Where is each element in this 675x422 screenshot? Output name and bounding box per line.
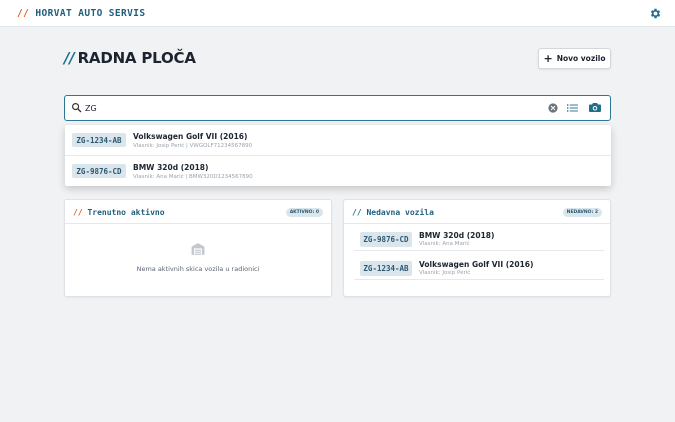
new-vehicle-button[interactable]: + Novo vozilo [538, 48, 611, 69]
vehicle-owner: Vlasnik: Ana Marić [419, 241, 470, 247]
camera-icon[interactable] [589, 102, 601, 113]
brand-logo[interactable]: // HORVAT AUTO SERVIS [17, 8, 146, 19]
recent-count-badge: NEDAVNO: 2 [562, 208, 602, 217]
brand-name: HORVAT AUTO SERVIS [35, 8, 146, 19]
panel-slash: // [73, 208, 83, 217]
license-plate: ZG-9876-CD [360, 232, 412, 247]
garage-icon [191, 243, 205, 255]
vehicle-owner-vin: Vlasnik: Josip Perić | VWGOLF71234567890 [133, 143, 253, 149]
recent-panel-header: // Nedavna vozila NEDAVNO: 2 [344, 200, 610, 224]
vehicle-title: Volkswagen Golf VII (2016) [419, 260, 534, 269]
search-bar [64, 95, 611, 121]
recent-panel-title: // Nedavna vozila [352, 208, 434, 217]
gear-icon[interactable] [649, 7, 662, 20]
search-icon [72, 103, 82, 113]
plus-icon: + [543, 52, 553, 65]
license-plate: ZG-1234-AB [72, 133, 126, 147]
vehicle-title: Volkswagen Golf VII (2016) [133, 132, 248, 141]
search-suggestions: ZG-1234-AB Volkswagen Golf VII (2016) Vl… [65, 125, 611, 186]
suggestion-item[interactable]: ZG-9876-CD BMW 320d (2018) Vlasnik: Ana … [65, 155, 611, 185]
clear-icon[interactable] [548, 103, 558, 113]
list-icon[interactable] [567, 103, 578, 113]
active-panel-title: // Trenutno aktivno [73, 208, 165, 217]
vehicle-title: BMW 320d (2018) [133, 163, 209, 172]
title-slash: // [64, 49, 75, 67]
active-count-badge: AKTIVNO: 0 [285, 208, 323, 217]
recent-vehicle-item[interactable]: ZG-1234-AB Volkswagen Golf VII (2016) Vl… [354, 255, 604, 280]
panel-title-text: Trenutno aktivno [87, 208, 165, 217]
active-panel: // Trenutno aktivno AKTIVNO: 0 Nema akti… [64, 199, 332, 297]
search-input[interactable] [85, 100, 525, 116]
panel-slash: // [352, 208, 362, 217]
vehicle-owner-vin: Vlasnik: Ana Marić | BMW320D1234567890 [133, 174, 253, 180]
active-panel-header: // Trenutno aktivno AKTIVNO: 0 [65, 200, 331, 224]
vehicle-title: BMW 320d (2018) [419, 231, 495, 240]
panel-title-text: Nedavna vozila [366, 208, 434, 217]
empty-state-text: Nema aktivnih skica vozila u radionici [136, 265, 260, 273]
license-plate: ZG-1234-AB [360, 261, 412, 276]
vehicle-owner: Vlasnik: Josip Perić [419, 270, 471, 276]
recent-vehicle-item[interactable]: ZG-9876-CD BMW 320d (2018) Vlasnik: Ana … [354, 226, 604, 251]
new-vehicle-label: Novo vozilo [556, 54, 606, 63]
brand-slash: // [17, 8, 30, 19]
page-title-text: RADNA PLOČA [77, 49, 196, 67]
recent-panel: // Nedavna vozila NEDAVNO: 2 ZG-9876-CD … [343, 199, 611, 297]
suggestion-item[interactable]: ZG-1234-AB Volkswagen Golf VII (2016) Vl… [65, 125, 611, 155]
page-title: //RADNA PLOČA [64, 49, 196, 67]
top-bar: // HORVAT AUTO SERVIS [0, 0, 675, 27]
license-plate: ZG-9876-CD [72, 164, 126, 178]
